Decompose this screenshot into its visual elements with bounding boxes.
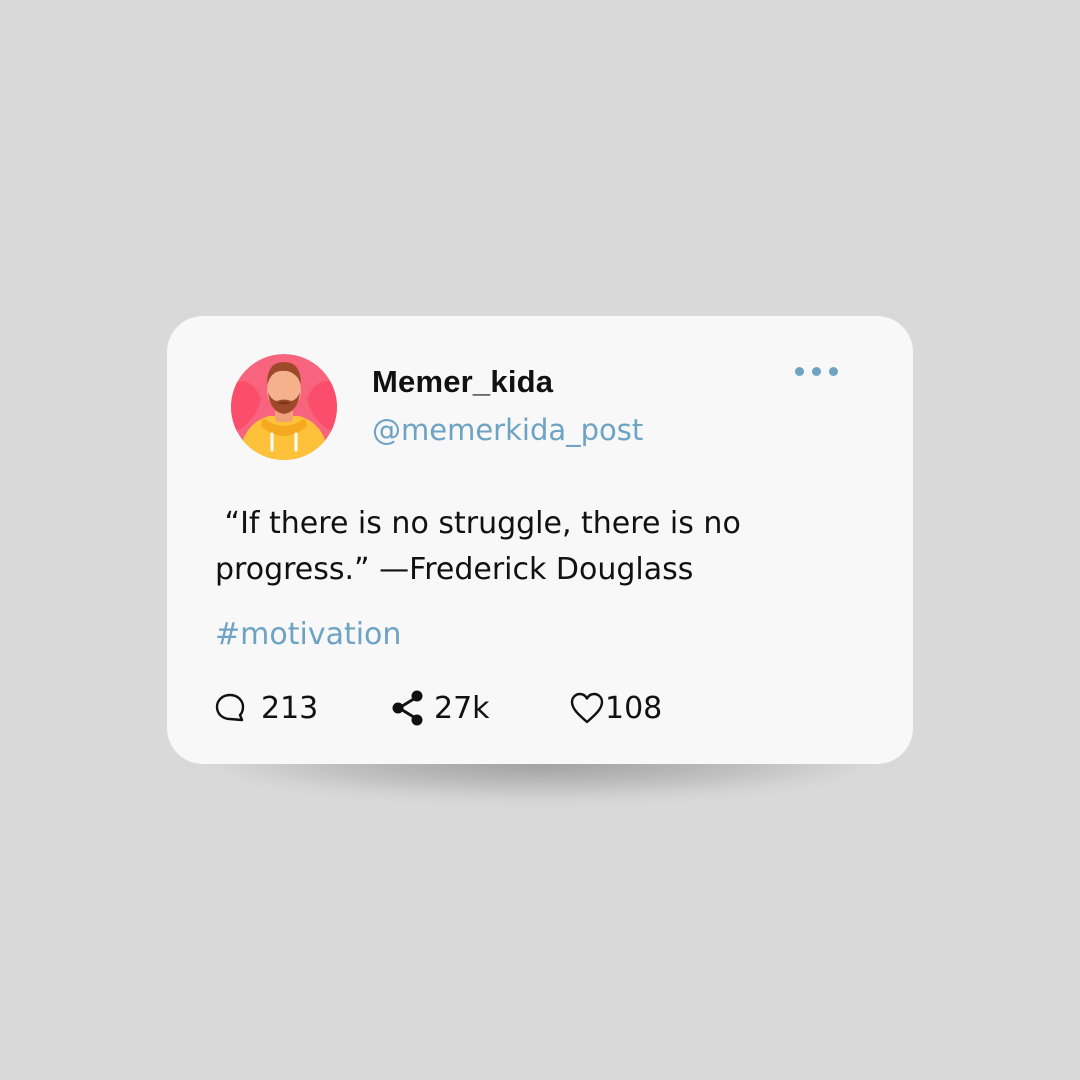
post-card: Memer_kida @memerkida_post “If there is …	[167, 316, 913, 764]
share-button[interactable]: 27k	[390, 686, 490, 730]
comment-count: 213	[261, 690, 319, 726]
post-text: “If there is no struggle, there is no pr…	[215, 506, 751, 587]
more-dot-icon	[829, 366, 838, 376]
more-dot-icon	[795, 366, 804, 376]
share-count: 27k	[434, 690, 490, 726]
more-dot-icon	[812, 366, 821, 376]
comment-icon	[215, 693, 245, 722]
heart-icon	[570, 692, 604, 724]
avatar[interactable]	[231, 354, 337, 460]
comment-button[interactable]: 213	[213, 686, 318, 730]
user-handle[interactable]: @memerkida_post	[372, 413, 643, 447]
display-name[interactable]: Memer_kida	[372, 364, 553, 400]
like-button[interactable]: 108	[569, 686, 662, 730]
hashtag-link[interactable]: #motivation	[215, 617, 401, 652]
share-icon	[392, 690, 423, 726]
canvas: Memer_kida @memerkida_post “If there is …	[0, 0, 1080, 1080]
like-count: 108	[605, 690, 663, 726]
bearded-man-avatar-icon	[231, 354, 337, 460]
more-options-button[interactable]	[795, 362, 855, 380]
